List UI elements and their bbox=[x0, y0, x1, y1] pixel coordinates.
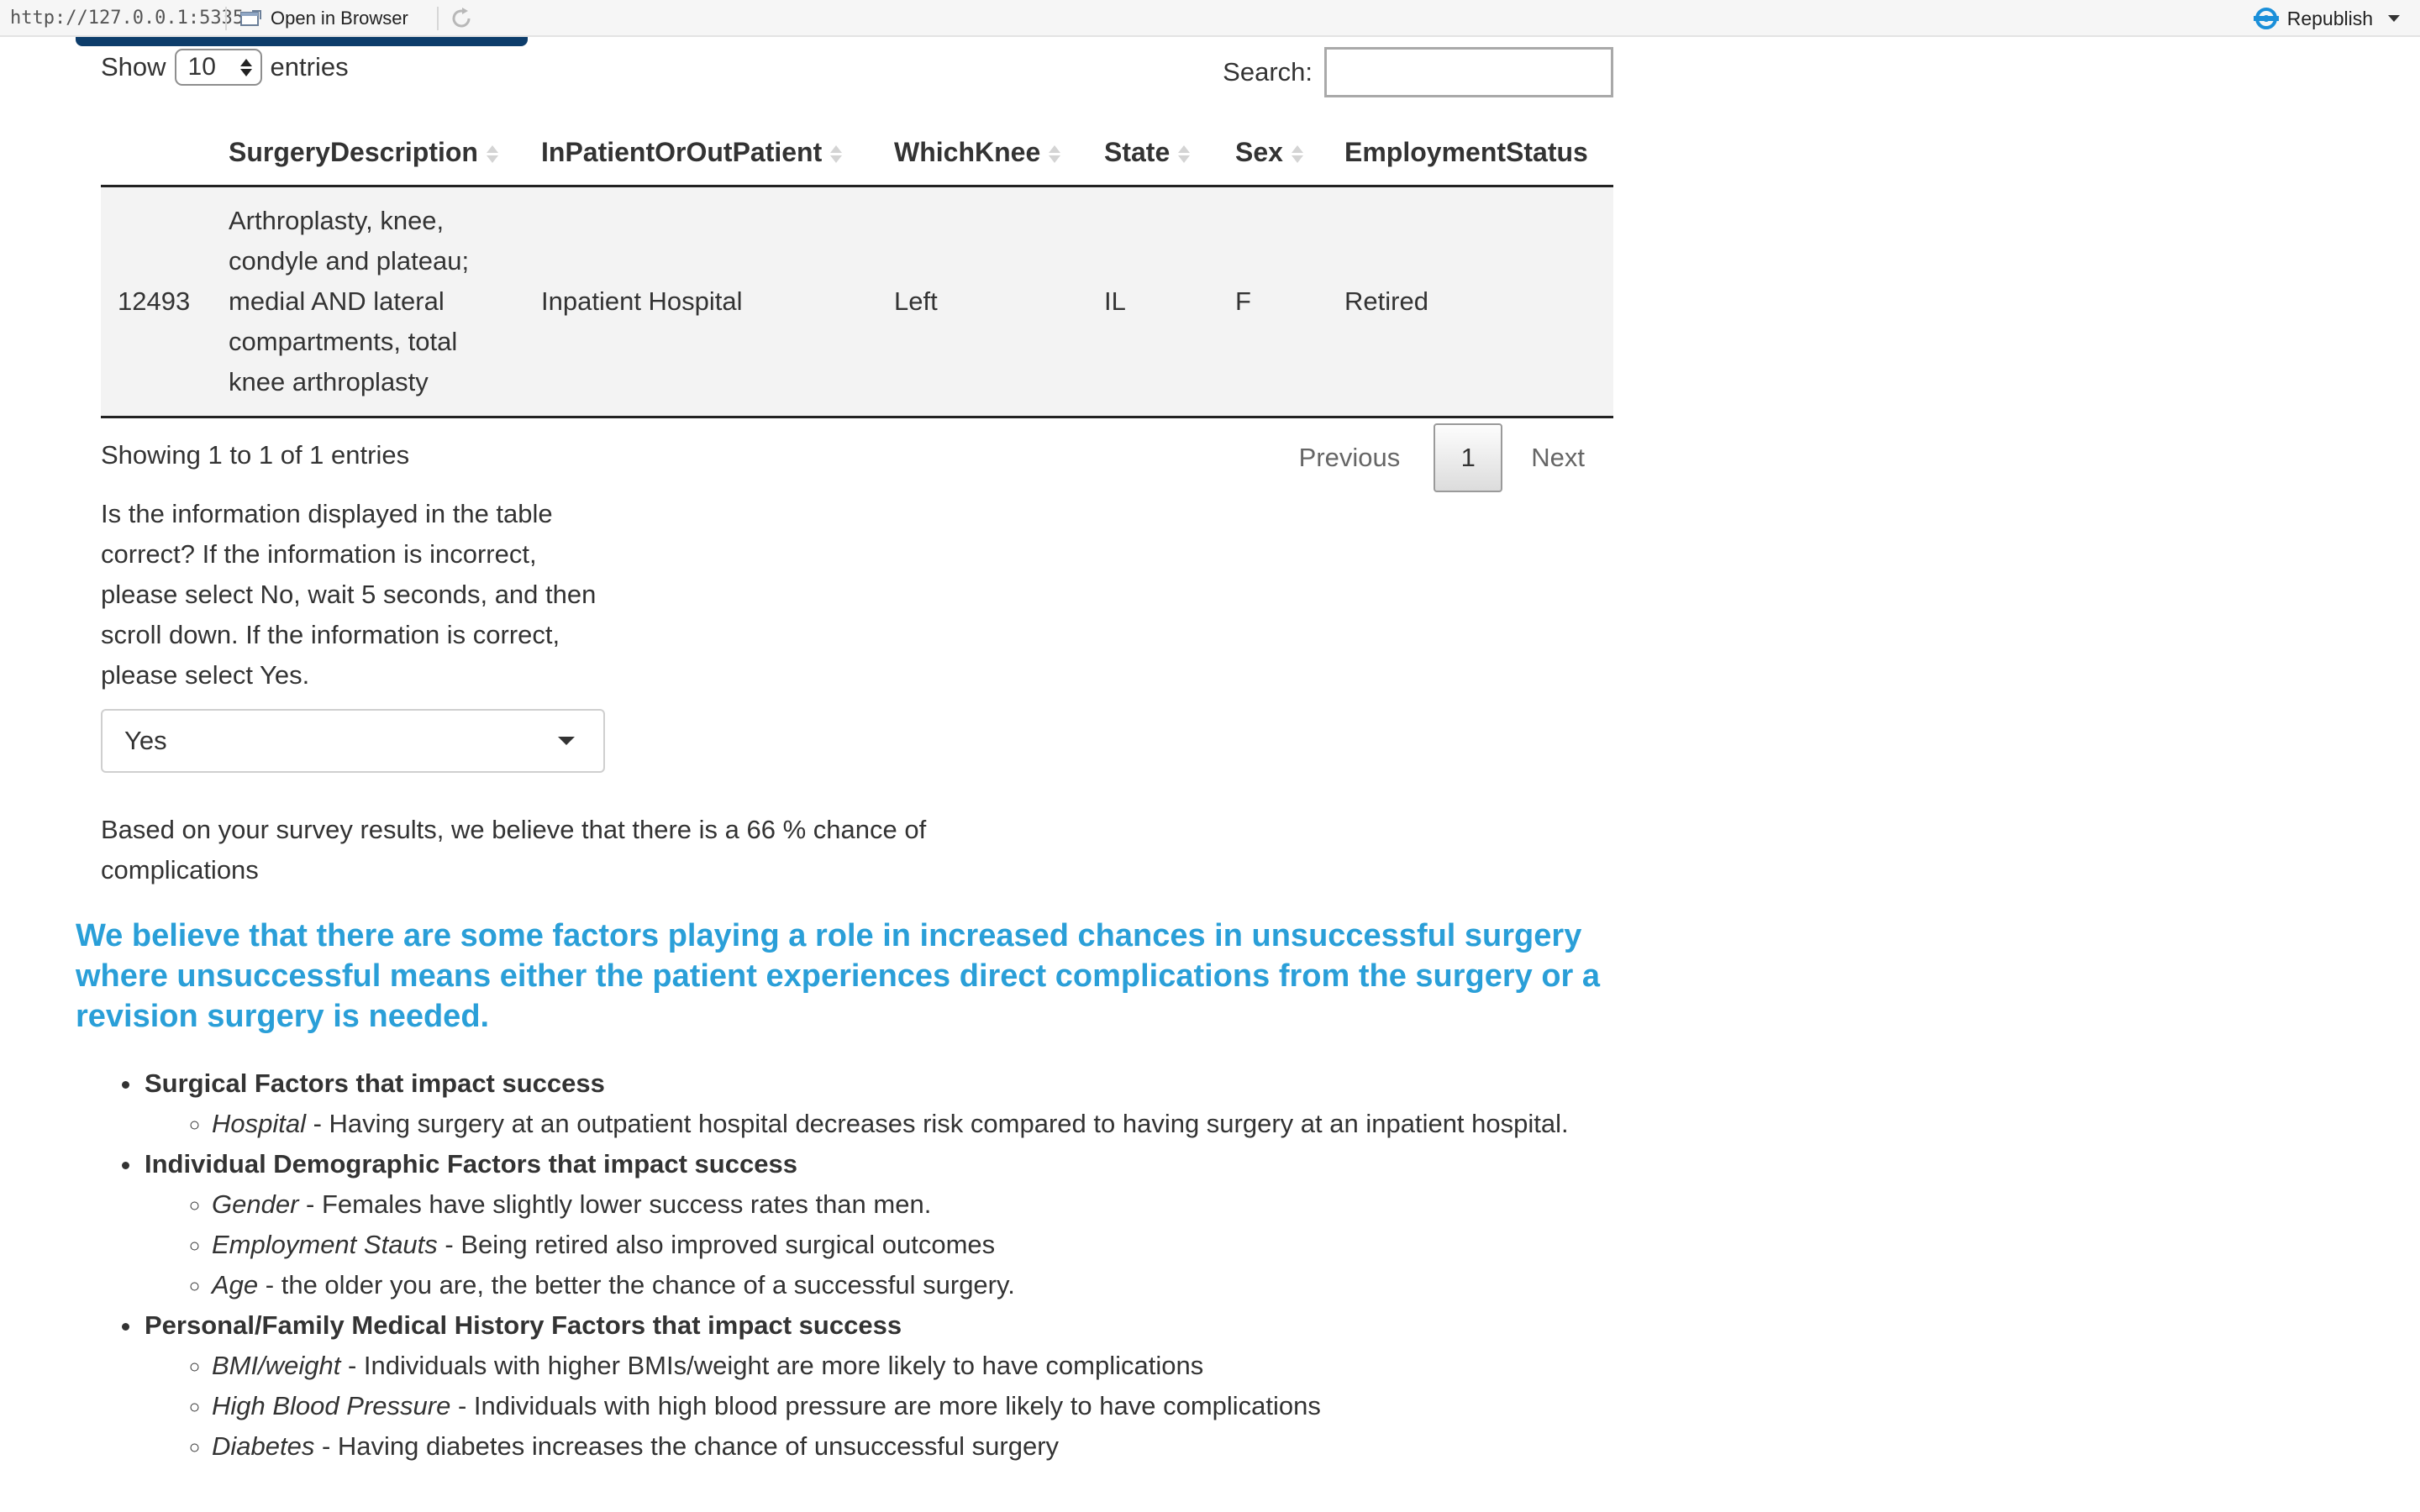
factor-term: Employment Stauts bbox=[212, 1230, 438, 1259]
republish-button[interactable]: Republish bbox=[2252, 5, 2400, 32]
toolbar-divider bbox=[437, 7, 439, 30]
sort-icon bbox=[486, 144, 498, 163]
column-header-state[interactable]: State bbox=[1087, 119, 1218, 187]
sort-icon bbox=[1178, 144, 1191, 163]
factor-sublist: Gender - Females have slightly lower suc… bbox=[145, 1184, 1588, 1305]
factor-term: BMI/weight bbox=[212, 1351, 341, 1380]
confirmation-question: Is the information displayed in the tabl… bbox=[101, 499, 597, 690]
column-header-sex[interactable]: Sex bbox=[1218, 119, 1328, 187]
search-input[interactable] bbox=[1324, 47, 1613, 97]
factors-list: Surgical Factors that impact success Hos… bbox=[143, 1063, 1588, 1467]
factor-description: - Individuals with higher BMIs/weight ar… bbox=[340, 1351, 1204, 1380]
url-text[interactable]: http://127.0.0.1:5335 bbox=[10, 8, 244, 29]
updown-arrows-icon bbox=[239, 58, 252, 76]
list-item: Individual Demographic Factors that impa… bbox=[143, 1144, 1588, 1305]
factor-category-title: Individual Demographic Factors that impa… bbox=[145, 1149, 797, 1179]
entries-per-page-value: 10 bbox=[187, 53, 216, 81]
list-item: Age - the older you are, the better the … bbox=[212, 1265, 1588, 1305]
factor-description: - Individuals with high blood pressure a… bbox=[450, 1391, 1321, 1420]
factor-description: - Being retired also improved surgical o… bbox=[437, 1230, 996, 1259]
confirmation-selected-value: Yes bbox=[124, 726, 167, 755]
list-item: Hospital - Having surgery at an outpatie… bbox=[212, 1104, 1588, 1144]
republish-label: Republish bbox=[2286, 7, 2373, 29]
search-label: Search: bbox=[1223, 57, 1313, 87]
factor-term: Hospital bbox=[212, 1109, 306, 1138]
cell-index: 12493 bbox=[101, 186, 212, 418]
list-item: Surgical Factors that impact success Hos… bbox=[143, 1063, 1588, 1144]
open-in-browser-label: Open in Browser bbox=[271, 8, 408, 29]
pagination: Previous 1 Next bbox=[1265, 423, 1613, 492]
factor-sublist: Hospital - Having surgery at an outpatie… bbox=[145, 1104, 1588, 1144]
list-item: BMI/weight - Individuals with higher BMI… bbox=[212, 1346, 1588, 1386]
entries-label: entries bbox=[270, 52, 349, 81]
factor-category-title: Personal/Family Medical History Factors … bbox=[145, 1310, 902, 1340]
factor-description: - Females have slightly lower success ra… bbox=[298, 1189, 932, 1219]
factor-term: High Blood Pressure bbox=[212, 1391, 451, 1420]
cell-sex: F bbox=[1218, 186, 1328, 418]
table-info: Showing 1 to 1 of 1 entries bbox=[101, 440, 410, 470]
column-header-surgery-description[interactable]: SurgeryDescription bbox=[212, 119, 524, 187]
cell-surgery-description: Arthroplasty, knee, condyle and plateau;… bbox=[212, 186, 524, 418]
factor-term: Age bbox=[212, 1270, 259, 1299]
table-header-row: SurgeryDescription InPatientOrOutPatient… bbox=[101, 119, 1613, 187]
next-page-button[interactable]: Next bbox=[1502, 443, 1613, 473]
factors-headline: We believe that there are some factors p… bbox=[76, 918, 1601, 1034]
cell-inpatient-outpatient: Inpatient Hospital bbox=[524, 186, 877, 418]
column-header-which-knee[interactable]: WhichKnee bbox=[877, 119, 1087, 187]
factor-description: - Having surgery at an outpatient hospit… bbox=[306, 1109, 1569, 1138]
list-item: High Blood Pressure - Individuals with h… bbox=[212, 1386, 1588, 1426]
chevron-down-icon[interactable] bbox=[2388, 15, 2400, 22]
page-1-button[interactable]: 1 bbox=[1434, 423, 1503, 492]
factor-term: Gender bbox=[212, 1189, 299, 1219]
cell-state: IL bbox=[1087, 186, 1218, 418]
entries-per-page-select[interactable]: 10 bbox=[174, 49, 262, 86]
column-header-index bbox=[101, 119, 212, 187]
open-window-icon bbox=[240, 10, 261, 26]
factor-description: - the older you are, the better the chan… bbox=[258, 1270, 1015, 1299]
factor-category-title: Surgical Factors that impact success bbox=[145, 1068, 605, 1098]
table-row[interactable]: 12493 Arthroplasty, knee, condyle and pl… bbox=[101, 186, 1613, 418]
sort-icon bbox=[830, 144, 843, 163]
list-item: Employment Stauts - Being retired also i… bbox=[212, 1225, 1588, 1265]
table-search: Search: bbox=[1223, 47, 1613, 97]
factor-description: - Having diabetes increases the chance o… bbox=[314, 1431, 1060, 1461]
cell-which-knee: Left bbox=[877, 186, 1087, 418]
list-item: Diabetes - Having diabetes increases the… bbox=[212, 1426, 1588, 1467]
sort-icon bbox=[1291, 144, 1303, 163]
previous-page-button[interactable]: Previous bbox=[1265, 443, 1434, 473]
refresh-icon[interactable] bbox=[449, 6, 474, 31]
entries-length-control: Show 10 entries bbox=[101, 49, 349, 86]
browser-toolbar: http://127.0.0.1:5335 Open in Browser Re… bbox=[0, 0, 2420, 37]
cell-employment-status: Retired bbox=[1328, 186, 1613, 418]
list-item: Gender - Females have slightly lower suc… bbox=[212, 1184, 1588, 1225]
factor-sublist: BMI/weight - Individuals with higher BMI… bbox=[145, 1346, 1588, 1467]
open-in-browser-button[interactable]: Open in Browser bbox=[240, 5, 408, 32]
factor-term: Diabetes bbox=[212, 1431, 315, 1461]
column-header-inpatient-outpatient[interactable]: InPatientOrOutPatient bbox=[524, 119, 877, 187]
header-accent-bar bbox=[76, 37, 528, 46]
caret-down-icon bbox=[558, 737, 575, 745]
sort-icon bbox=[1049, 144, 1061, 163]
complication-result: Based on your survey results, we believe… bbox=[101, 815, 927, 885]
list-item: Personal/Family Medical History Factors … bbox=[143, 1305, 1588, 1467]
show-label: Show bbox=[101, 52, 166, 81]
confirmation-select[interactable]: Yes bbox=[101, 709, 605, 773]
toolbar-divider bbox=[225, 7, 227, 30]
column-header-employment-status[interactable]: EmploymentStatus bbox=[1328, 119, 1613, 187]
publish-icon bbox=[2253, 8, 2279, 29]
data-table: SurgeryDescription InPatientOrOutPatient… bbox=[101, 119, 1613, 418]
